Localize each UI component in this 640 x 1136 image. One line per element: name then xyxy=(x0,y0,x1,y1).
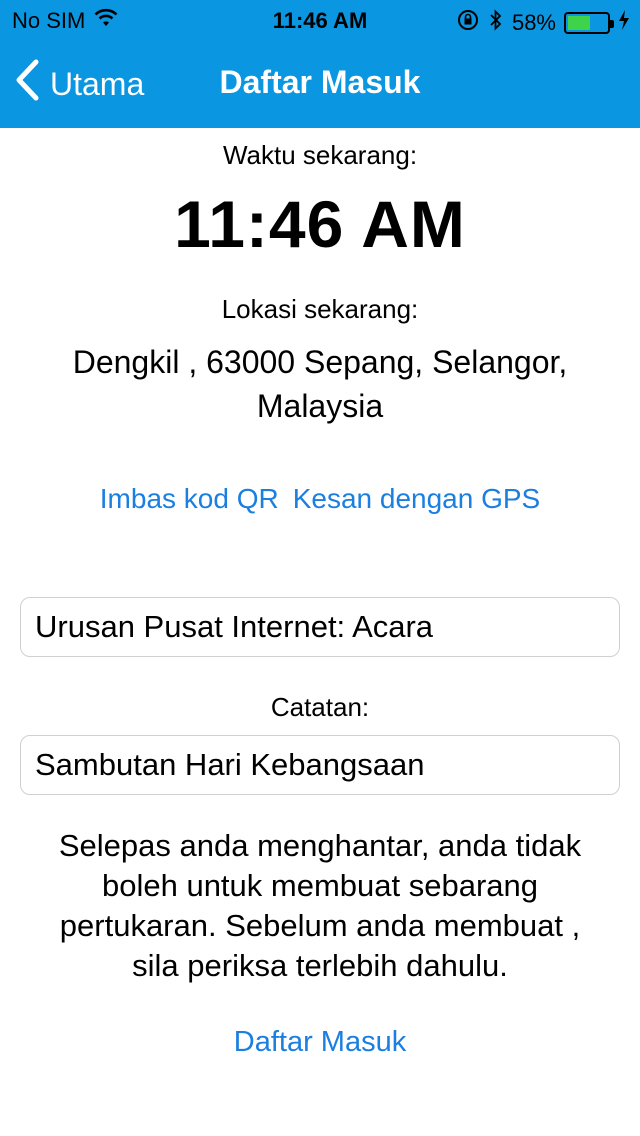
current-location: Dengkil , 63000 Sepang, Selangor, Malays… xyxy=(0,340,640,428)
checkin-method-links: Imbas kod QR Kesan dengan GPS xyxy=(0,483,640,515)
status-bar: No SIM 11:46 AM 58% xyxy=(0,0,640,40)
time-label: Waktu sekarang: xyxy=(222,140,418,170)
battery-tip xyxy=(610,20,614,28)
gps-detect-link[interactable]: Kesan dengan GPS xyxy=(293,483,541,515)
bluetooth-icon xyxy=(488,8,504,38)
notice-line-3: pertukaran. Sebelum anda membuat , xyxy=(59,908,581,943)
notice-line-1: Selepas anda menghantar, anda tidak xyxy=(58,828,582,863)
warning-notice: Selepas anda menghantar, anda tidak bole… xyxy=(0,826,640,986)
notice-line-2: boleh untuk membuat sebarang xyxy=(101,868,538,903)
charging-icon xyxy=(618,9,630,37)
page-title: Daftar Masuk xyxy=(219,64,421,100)
current-time: 11:46 AM xyxy=(174,187,466,261)
battery-level-fill xyxy=(568,16,590,30)
scan-qr-link[interactable]: Imbas kod QR xyxy=(100,483,279,515)
notes-label: Catatan: xyxy=(270,692,370,722)
rotation-lock-icon xyxy=(456,8,480,38)
location-label: Lokasi sekarang: xyxy=(221,294,419,324)
notes-field[interactable]: Sambutan Hari Kebangsaan xyxy=(20,735,620,795)
battery-percent: 58% xyxy=(511,10,556,35)
location-line-1: Dengkil , 63000 Sepang, Selangor, xyxy=(72,344,568,380)
battery-icon xyxy=(564,12,614,34)
purpose-field[interactable]: Urusan Pusat Internet: Acara xyxy=(20,597,620,657)
header-bar: No SIM 11:46 AM 58% Utama Daftar Masuk xyxy=(0,0,640,128)
location-line-2: Malaysia xyxy=(256,388,384,424)
notice-line-4: sila periksa terlebih dahulu. xyxy=(132,948,508,983)
submit-checkin-button[interactable]: Daftar Masuk xyxy=(0,1026,640,1059)
status-right: 58% xyxy=(456,8,630,38)
